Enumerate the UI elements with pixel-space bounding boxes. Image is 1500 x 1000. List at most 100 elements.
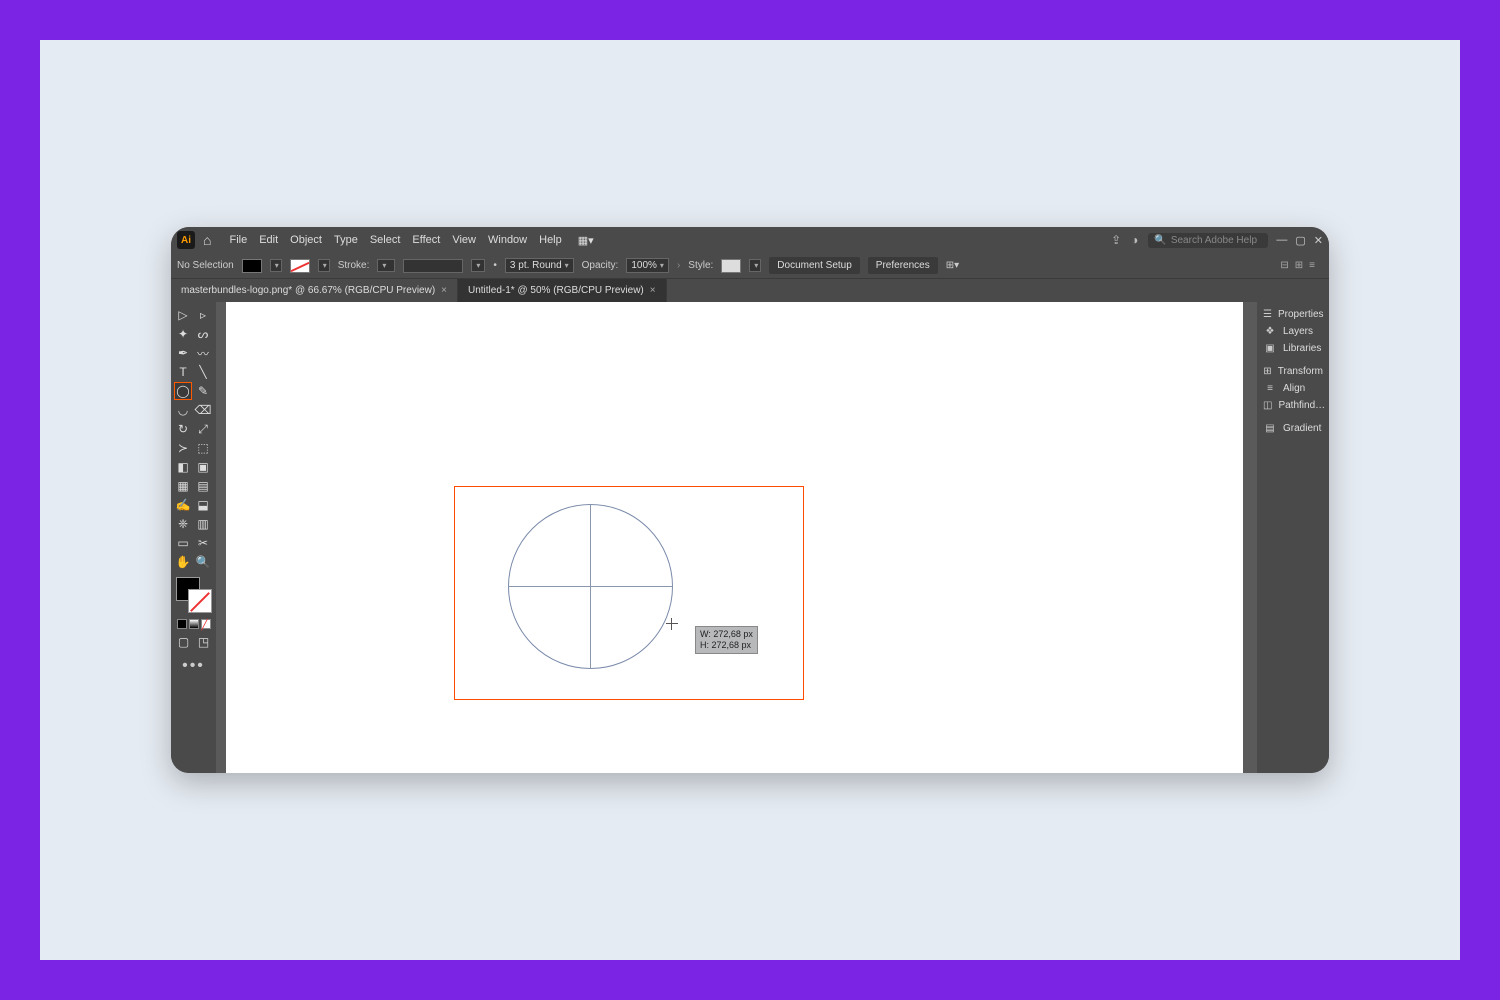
variable-width-profile[interactable]: 3 pt. Round bbox=[505, 258, 574, 273]
menu-object[interactable]: Object bbox=[290, 234, 322, 246]
symbol-sprayer-tool-icon[interactable]: ❈ bbox=[174, 515, 192, 533]
brush-dropdown[interactable] bbox=[471, 259, 485, 272]
preferences-button[interactable]: Preferences bbox=[868, 257, 938, 274]
selection-status: No Selection bbox=[177, 260, 234, 271]
search-input[interactable]: 🔍 Search Adobe Help bbox=[1148, 233, 1268, 248]
rotate-tool-icon[interactable]: ↻ bbox=[174, 420, 192, 438]
screen-mode-icon[interactable]: ▢ bbox=[175, 633, 193, 651]
layers-icon: ❖ bbox=[1263, 326, 1277, 337]
direct-selection-tool-icon[interactable]: ▹ bbox=[194, 306, 212, 324]
style-label: Style: bbox=[688, 260, 713, 271]
align-icon: ≡ bbox=[1263, 383, 1277, 394]
fill-stroke-control[interactable] bbox=[176, 577, 212, 613]
tab-label: masterbundles-logo.png* @ 66.67% (RGB/CP… bbox=[181, 285, 435, 296]
tab-masterbundles[interactable]: masterbundles-logo.png* @ 66.67% (RGB/CP… bbox=[171, 279, 458, 302]
shape-builder-tool-icon[interactable]: ◧ bbox=[174, 458, 192, 476]
tab-label: Untitled-1* @ 50% (RGB/CPU Preview) bbox=[468, 285, 644, 296]
draw-mode-icon[interactable]: ◳ bbox=[195, 633, 213, 651]
none-mode-icon[interactable]: ╱ bbox=[201, 619, 211, 629]
panel-properties[interactable]: ☰Properties bbox=[1261, 306, 1325, 323]
canvas[interactable]: W: 272,68 px H: 272,68 px bbox=[216, 302, 1257, 773]
panel-transform[interactable]: ⊞Transform bbox=[1261, 363, 1325, 380]
type-tool-icon[interactable]: T bbox=[174, 363, 192, 381]
gradient-tool-icon[interactable]: ▤ bbox=[194, 477, 212, 495]
panel-align[interactable]: ≡Align bbox=[1261, 380, 1325, 397]
graph-tool-icon[interactable]: ▥ bbox=[194, 515, 212, 533]
color-mode-icon[interactable] bbox=[177, 619, 187, 629]
mesh-tool-icon[interactable]: ▦ bbox=[174, 477, 192, 495]
slice-tool-icon[interactable]: ✂ bbox=[194, 534, 212, 552]
style-dropdown[interactable] bbox=[749, 259, 761, 272]
hand-tool-icon[interactable]: ✋ bbox=[174, 553, 192, 571]
stroke-swatch[interactable] bbox=[290, 259, 310, 273]
line-tool-icon[interactable]: ╲ bbox=[194, 363, 212, 381]
stroke-weight-input[interactable] bbox=[377, 259, 395, 272]
panel-dock: ☰Properties ❖Layers ▣Libraries ⊞Transfor… bbox=[1257, 302, 1329, 773]
menu-edit[interactable]: Edit bbox=[259, 234, 278, 246]
measurement-tooltip: W: 272,68 px H: 272,68 px bbox=[695, 626, 758, 654]
menu-effect[interactable]: Effect bbox=[412, 234, 440, 246]
panel-menu-icon[interactable]: ≡ bbox=[1309, 260, 1315, 271]
edit-toolbar-icon[interactable]: ••• bbox=[174, 657, 213, 675]
fill-swatch[interactable] bbox=[242, 259, 262, 273]
panel-layers[interactable]: ❖Layers bbox=[1261, 323, 1325, 340]
menu-view[interactable]: View bbox=[452, 234, 476, 246]
menu-type[interactable]: Type bbox=[334, 234, 358, 246]
stroke-dropdown[interactable] bbox=[318, 259, 330, 272]
selection-tool-icon[interactable]: ▷ bbox=[174, 306, 192, 324]
menu-select[interactable]: Select bbox=[370, 234, 401, 246]
close-icon[interactable]: ✕ bbox=[1314, 234, 1323, 247]
artboard-tool-icon[interactable]: ▭ bbox=[174, 534, 192, 552]
snap-icon[interactable]: ⊟ bbox=[1280, 260, 1288, 271]
tab-close-icon[interactable]: × bbox=[441, 285, 447, 296]
home-icon[interactable]: ⌂ bbox=[203, 232, 211, 248]
app-logo-icon: Ai bbox=[177, 231, 195, 249]
paintbrush-tool-icon[interactable]: ✎ bbox=[194, 382, 212, 400]
scale-tool-icon[interactable]: ⤢ bbox=[194, 420, 212, 438]
maximize-icon[interactable]: ▢ bbox=[1295, 234, 1305, 247]
panel-gradient[interactable]: ▤Gradient bbox=[1261, 420, 1325, 437]
tab-untitled1[interactable]: Untitled-1* @ 50% (RGB/CPU Preview) × bbox=[458, 279, 667, 302]
free-transform-tool-icon[interactable]: ⬚ bbox=[194, 439, 212, 457]
fill-dropdown[interactable] bbox=[270, 259, 282, 272]
perspective-tool-icon[interactable]: ▣ bbox=[194, 458, 212, 476]
document-tabs: masterbundles-logo.png* @ 66.67% (RGB/CP… bbox=[171, 279, 1329, 302]
graphic-style-swatch[interactable] bbox=[721, 259, 741, 273]
transform-icon: ⊞ bbox=[1263, 366, 1272, 377]
shaper-tool-icon[interactable]: ◡ bbox=[174, 401, 192, 419]
grid-icon[interactable]: ⊞ bbox=[1295, 260, 1303, 271]
search-placeholder: Search Adobe Help bbox=[1171, 235, 1257, 246]
minimize-icon[interactable]: — bbox=[1276, 234, 1287, 246]
brush-definition[interactable] bbox=[403, 259, 463, 273]
zoom-tool-icon[interactable]: 🔍 bbox=[194, 553, 212, 571]
toolbar: ▷ ▹ ✦ ᔕ ✒ 〰 T ╲ ◯ ✎ ◡ ⌫ ↻ ⤢ ≻ ⬚ ◧ ▣ ▦ ▤ bbox=[171, 302, 216, 773]
tab-close-icon[interactable]: × bbox=[650, 285, 656, 296]
gradient-mode-icon[interactable] bbox=[189, 619, 199, 629]
arrange-icon[interactable]: ◑ bbox=[1131, 233, 1138, 247]
align-to-icon[interactable]: ⊞▾ bbox=[946, 260, 959, 271]
eraser-tool-icon[interactable]: ⌫ bbox=[194, 401, 212, 419]
share-icon[interactable]: ⇪ bbox=[1111, 233, 1121, 247]
document-setup-button[interactable]: Document Setup bbox=[769, 257, 860, 274]
eyedropper-tool-icon[interactable]: ✍ bbox=[174, 496, 192, 514]
opacity-input[interactable]: 100% bbox=[626, 258, 669, 273]
lasso-tool-icon[interactable]: ᔕ bbox=[194, 325, 212, 343]
menu-file[interactable]: File bbox=[229, 234, 247, 246]
width-tool-icon[interactable]: ≻ bbox=[174, 439, 192, 457]
panel-libraries[interactable]: ▣Libraries bbox=[1261, 340, 1325, 357]
workspace-switcher-icon[interactable]: ▦▾ bbox=[578, 234, 594, 247]
panel-pathfinder[interactable]: ◫Pathfind… bbox=[1261, 397, 1325, 414]
magic-wand-tool-icon[interactable]: ✦ bbox=[174, 325, 192, 343]
pen-tool-icon[interactable]: ✒ bbox=[174, 344, 192, 362]
control-bar: No Selection Stroke: • 3 pt. Round Opaci… bbox=[171, 253, 1329, 279]
libraries-icon: ▣ bbox=[1263, 343, 1277, 354]
menu-help[interactable]: Help bbox=[539, 234, 562, 246]
ellipse-tool-icon[interactable]: ◯ bbox=[174, 382, 192, 400]
curvature-tool-icon[interactable]: 〰 bbox=[194, 344, 212, 362]
blend-tool-icon[interactable]: ⬓ bbox=[194, 496, 212, 514]
opacity-label: Opacity: bbox=[582, 260, 619, 271]
guide-vertical bbox=[590, 504, 591, 669]
cursor-crosshair-icon bbox=[666, 618, 678, 630]
stroke-color-icon[interactable] bbox=[188, 589, 212, 613]
menu-window[interactable]: Window bbox=[488, 234, 527, 246]
